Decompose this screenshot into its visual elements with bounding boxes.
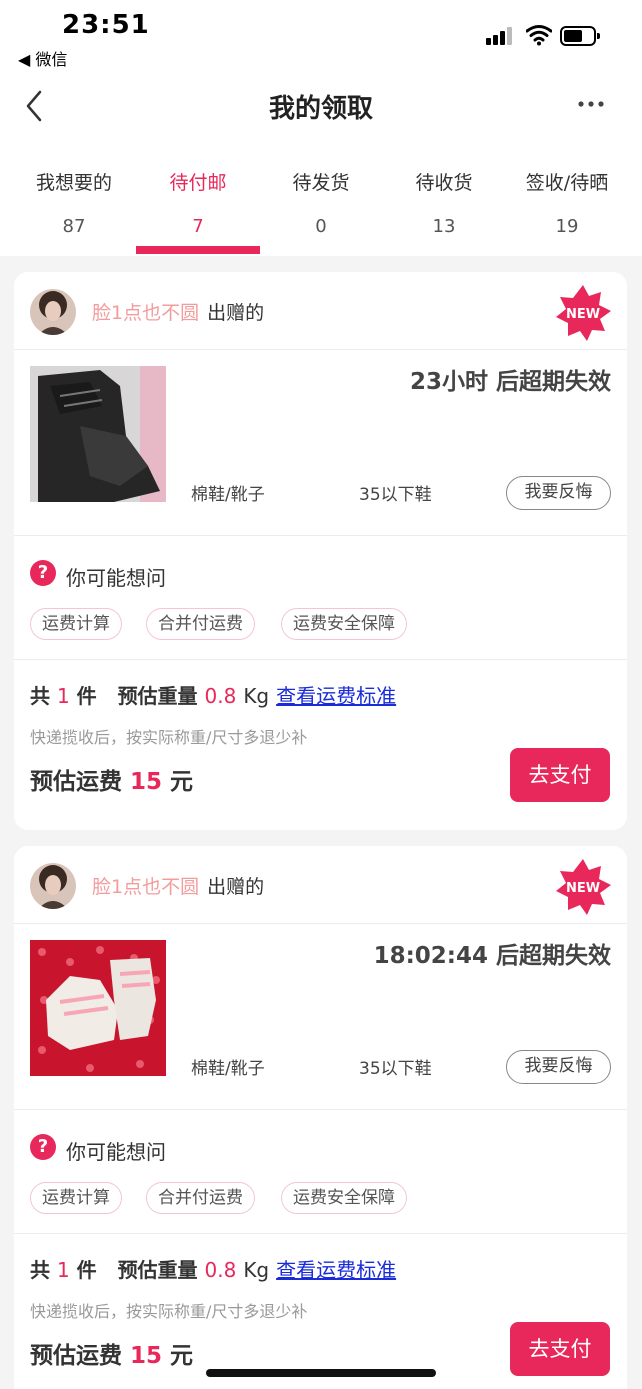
- tab-pending-dispatch[interactable]: 待发货 0: [257, 142, 385, 256]
- faq-chip-shipping-guarantee[interactable]: 运费安全保障: [281, 608, 407, 640]
- product-image[interactable]: [30, 940, 166, 1076]
- tab-received-review[interactable]: 签收/待晒 19: [503, 142, 631, 256]
- tab-count: 7: [192, 216, 204, 237]
- item-count: 1: [56, 684, 70, 708]
- weight-label: 预估重量: [117, 1258, 198, 1282]
- tab-count: 13: [432, 216, 456, 237]
- faq-chip-combine-shipping[interactable]: 合并付运费: [146, 1182, 255, 1214]
- giver-info: 脸1点也不圆 出赠的: [92, 298, 264, 325]
- count-prefix: 共: [30, 1258, 50, 1282]
- fee-label: 预估运费: [30, 1343, 122, 1369]
- status-tabs: 我想要的 87 待付邮 7 待发货 0 待收货 13 签收/待晒 19: [0, 142, 642, 256]
- tab-label: 签收/待晒: [525, 172, 609, 194]
- faq-title: 你可能想问: [66, 566, 166, 590]
- more-options-icon[interactable]: [576, 86, 608, 122]
- faq-title: 你可能想问: [66, 1140, 166, 1164]
- order-card: 脸1点也不圆 出赠的 NEW 23小时 后超期失效 棉鞋/靴子 35以下鞋 我要反…: [14, 272, 627, 830]
- fee-amount: 15: [130, 769, 163, 795]
- product-category: 棉鞋/靴子: [191, 1059, 265, 1079]
- faq-section: ? 你可能想问 运费计算 合并付运费 运费安全保障: [14, 1110, 627, 1234]
- new-badge-icon: NEW: [556, 285, 611, 341]
- pay-button[interactable]: 去支付: [510, 1322, 610, 1376]
- shipping-standard-link[interactable]: 查看运费标准: [276, 684, 396, 708]
- count-prefix: 共: [30, 684, 50, 708]
- card-header: 脸1点也不圆 出赠的 NEW: [14, 272, 627, 350]
- tab-pending-shipping-fee[interactable]: 待付邮 7: [134, 142, 262, 256]
- count-unit: 件: [76, 1258, 97, 1282]
- nav-bar: 我的领取: [0, 72, 642, 142]
- giver-suffix: 出赠的: [207, 876, 265, 898]
- giver-name[interactable]: 脸1点也不圆: [92, 876, 199, 898]
- expiry-countdown: 18:02:44 后超期失效: [373, 943, 611, 969]
- product-size: 35以下鞋: [359, 485, 432, 505]
- new-badge-label: NEW: [566, 881, 600, 896]
- product-row: 18:02:44 后超期失效 棉鞋/靴子 35以下鞋 我要反悔: [14, 924, 627, 1110]
- status-time: 23:51: [62, 10, 150, 40]
- estimated-fee: 预估运费 15 元: [30, 762, 193, 796]
- shipping-standard-link[interactable]: 查看运费标准: [276, 1258, 396, 1282]
- payment-summary: 共 1 件 预估重量 0.8 Kg 查看运费标准 快递揽收后，按实际称重/尺寸多…: [14, 1234, 627, 1389]
- product-size: 35以下鞋: [359, 1059, 432, 1079]
- regret-button[interactable]: 我要反悔: [506, 476, 611, 510]
- tab-count: 87: [62, 216, 86, 237]
- faq-section: ? 你可能想问 运费计算 合并付运费 运费安全保障: [14, 536, 627, 660]
- fee-amount: 15: [130, 1343, 163, 1369]
- avatar[interactable]: [30, 863, 76, 909]
- active-tab-indicator: [136, 246, 260, 254]
- giver-suffix: 出赠的: [207, 302, 265, 324]
- count-unit: 件: [76, 684, 97, 708]
- new-badge-icon: NEW: [556, 859, 611, 915]
- card-header: 脸1点也不圆 出赠的 NEW: [14, 846, 627, 924]
- weight-unit: Kg: [243, 1258, 270, 1282]
- summary-line: 共 1 件 预估重量 0.8 Kg 查看运费标准: [30, 680, 396, 709]
- product-row: 23小时 后超期失效 棉鞋/靴子 35以下鞋 我要反悔: [14, 350, 627, 536]
- tab-label: 我想要的: [35, 172, 112, 194]
- product-category: 棉鞋/靴子: [191, 485, 265, 505]
- shipping-note: 快递揽收后，按实际称重/尺寸多退少补: [30, 728, 308, 747]
- regret-button[interactable]: 我要反悔: [506, 1050, 611, 1084]
- giver-name[interactable]: 脸1点也不圆: [92, 302, 199, 324]
- fee-unit: 元: [170, 1343, 194, 1369]
- back-to-app-link[interactable]: ◀ 微信: [18, 46, 67, 70]
- new-badge-label: NEW: [566, 307, 600, 322]
- avatar[interactable]: [30, 289, 76, 335]
- product-image[interactable]: [30, 366, 166, 502]
- payment-summary: 共 1 件 预估重量 0.8 Kg 查看运费标准 快递揽收后，按实际称重/尺寸多…: [14, 660, 627, 830]
- question-icon: ?: [30, 1134, 56, 1160]
- giver-info: 脸1点也不圆 出赠的: [92, 872, 264, 899]
- tab-label: 待收货: [415, 172, 473, 194]
- weight-unit: Kg: [243, 684, 270, 708]
- estimated-fee: 预估运费 15 元: [30, 1336, 193, 1370]
- tab-count: 0: [315, 216, 327, 237]
- faq-chip-shipping-calc[interactable]: 运费计算: [30, 608, 122, 640]
- tab-wanted[interactable]: 我想要的 87: [10, 142, 138, 256]
- shipping-note: 快递揽收后，按实际称重/尺寸多退少补: [30, 1302, 308, 1321]
- weight-value: 0.8: [204, 1258, 237, 1282]
- pay-button[interactable]: 去支付: [510, 748, 610, 802]
- faq-chip-shipping-guarantee[interactable]: 运费安全保障: [281, 1182, 407, 1214]
- home-indicator[interactable]: [206, 1369, 436, 1377]
- tab-pending-receipt[interactable]: 待收货 13: [380, 142, 508, 256]
- tab-label: 待发货: [292, 172, 350, 194]
- expiry-countdown: 23小时 后超期失效: [409, 369, 611, 395]
- question-icon: ?: [30, 560, 56, 586]
- faq-chip-combine-shipping[interactable]: 合并付运费: [146, 608, 255, 640]
- faq-chip-shipping-calc[interactable]: 运费计算: [30, 1182, 122, 1214]
- wifi-icon: [526, 25, 552, 46]
- order-card: 脸1点也不圆 出赠的 NEW 18:02:44 后超期失效 棉鞋/靴子 35以下鞋…: [14, 846, 627, 1389]
- page-title: 我的领取: [268, 94, 373, 124]
- fee-label: 预估运费: [30, 769, 122, 795]
- status-bar: 23:51 ◀ 微信: [0, 0, 642, 72]
- item-count: 1: [56, 1258, 70, 1282]
- fee-unit: 元: [170, 769, 194, 795]
- summary-line: 共 1 件 预估重量 0.8 Kg 查看运费标准: [30, 1254, 396, 1283]
- battery-icon: [560, 26, 600, 46]
- cellular-signal-icon: [486, 27, 514, 45]
- weight-label: 预估重量: [117, 684, 198, 708]
- tab-count: 19: [555, 216, 579, 237]
- tab-label: 待付邮: [169, 172, 227, 194]
- weight-value: 0.8: [204, 684, 237, 708]
